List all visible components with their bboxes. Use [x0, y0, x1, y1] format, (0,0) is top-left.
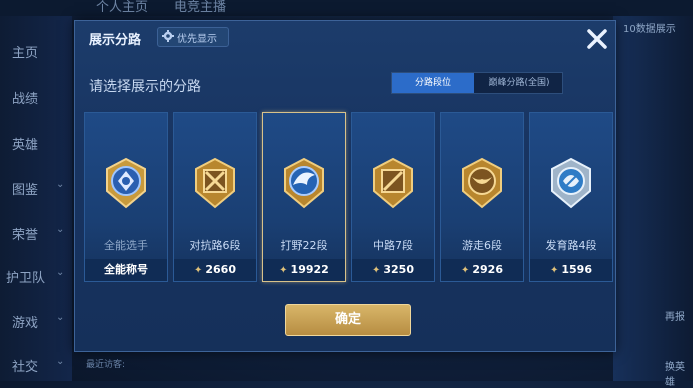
lane-card-name: 游走6段 — [462, 239, 502, 252]
rank-star-icon: ✦ — [549, 265, 559, 276]
clash-lane-emblem-icon — [195, 157, 235, 209]
bg-report-button[interactable]: 再报 — [665, 308, 685, 323]
priority-display-button[interactable]: 优先显示 — [157, 27, 229, 47]
bg-tab-streamer: 电竞主播 — [174, 0, 227, 15]
jungle-emblem-icon — [284, 157, 324, 209]
chevron-down-icon: ⌄ — [56, 356, 65, 367]
lane-card-name: 中路7段 — [373, 239, 413, 252]
lane-card-score: ✦ 2926 — [441, 259, 523, 281]
lane-card-title: 全能称号 — [85, 259, 167, 281]
sidebar: 主页 战绩 英雄 图鉴 ⌄ 荣誉 ⌄ 护卫队 ⌄ 游戏 ⌄ 社交 ⌄ — [0, 16, 72, 381]
roam-emblem-icon — [462, 157, 502, 209]
rank-star-icon: ✦ — [193, 265, 203, 276]
lane-card-all-round[interactable]: 全能选手 全能称号 — [84, 112, 168, 282]
lane-card-score: ✦ 1596 — [530, 259, 612, 281]
chevron-down-icon: ⌄ — [56, 179, 65, 190]
sidebar-item-social[interactable]: 社交 ⌄ — [12, 356, 64, 375]
lane-card-score: ✦ 3250 — [352, 259, 434, 281]
sidebar-item-heroes[interactable]: 英雄 — [12, 134, 38, 153]
lane-card-mid[interactable]: 中路7段 ✦ 3250 — [351, 112, 435, 282]
sidebar-item-codex[interactable]: 图鉴 ⌄ — [12, 179, 64, 198]
mid-lane-emblem-icon — [373, 157, 413, 209]
priority-display-label: 优先显示 — [177, 34, 217, 45]
confirm-button[interactable]: 确定 — [285, 304, 411, 336]
bg-change-hero-button[interactable]: 换英雄 — [665, 358, 693, 388]
rank-star-icon: ✦ — [460, 265, 470, 276]
sidebar-item-game[interactable]: 游戏 ⌄ — [12, 312, 64, 331]
dialog-title: 展示分路 — [89, 33, 142, 48]
tab-lane-rank[interactable]: 分路段位 — [392, 73, 474, 93]
lane-card-clash[interactable]: 对抗路6段 ✦ 2660 — [173, 112, 257, 282]
chevron-down-icon: ⌄ — [56, 267, 65, 278]
chevron-down-icon: ⌄ — [56, 312, 65, 323]
sidebar-item-home[interactable]: 主页 — [12, 42, 38, 61]
rank-star-icon: ✦ — [279, 265, 288, 276]
lane-mode-toggle: 分路段位 巅峰分路(全国) — [391, 72, 563, 94]
lane-card-score: ✦ 19922 — [263, 259, 345, 281]
lane-card-name: 全能选手 — [104, 239, 148, 252]
lane-card-name: 发育路4段 — [545, 239, 597, 252]
sidebar-item-guard[interactable]: 护卫队 ⌄ — [6, 267, 64, 286]
all-round-emblem-icon — [106, 157, 146, 209]
bg-tab-profile: 个人主页 — [96, 0, 149, 15]
lane-display-dialog: 展示分路 优先显示 请选择展示的分路 分路段位 巅峰分路(全国) 全能选手 全能… — [74, 20, 616, 352]
right-panel-background: 10数据展示 再报 换英雄 — [613, 16, 693, 388]
lane-card-name: 打野22段 — [280, 239, 328, 252]
lane-card-roam[interactable]: 游走6段 ✦ 2926 — [440, 112, 524, 282]
recent-visitors-label: 最近访客: — [86, 360, 126, 370]
rank-star-icon: ✦ — [371, 265, 381, 276]
gear-icon — [162, 30, 174, 42]
lane-card-name: 对抗路6段 — [189, 239, 241, 252]
lane-card-farm[interactable]: 发育路4段 ✦ 1596 — [529, 112, 613, 282]
close-icon[interactable] — [583, 25, 611, 53]
select-lane-heading: 请选择展示的分路 — [89, 79, 201, 95]
lane-card-score: ✦ 2660 — [174, 259, 256, 281]
tab-peak-lane[interactable]: 巅峰分路(全国) — [476, 73, 562, 93]
sidebar-item-record[interactable]: 战绩 — [12, 88, 38, 107]
bg-data-label: 10数据展示 — [623, 24, 676, 35]
background-topbar: 个人主页 电竞主播 — [0, 0, 693, 16]
lane-card-jungle[interactable]: 打野22段 ✦ 19922 — [262, 112, 346, 282]
chevron-down-icon: ⌄ — [56, 224, 65, 235]
farm-lane-emblem-icon — [551, 157, 591, 209]
sidebar-item-honor[interactable]: 荣誉 ⌄ — [12, 224, 64, 243]
